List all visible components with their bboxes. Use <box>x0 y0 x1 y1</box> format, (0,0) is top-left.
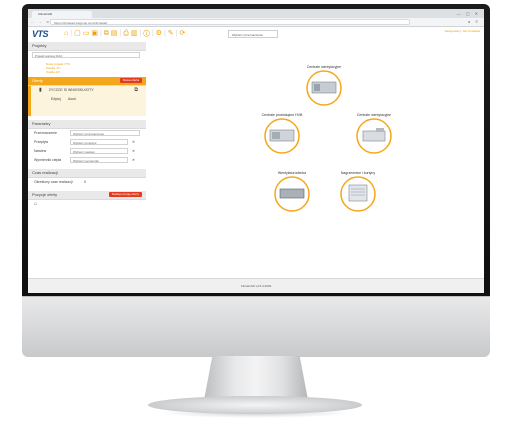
node-label-5: Nagrzewnice i kurtyny <box>340 171 376 175</box>
offer-actions: Edytuj Usuń <box>31 95 146 104</box>
offer-edit-link[interactable]: Edytuj <box>51 97 61 101</box>
node-3[interactable] <box>356 118 392 154</box>
param-label-1: Przeznaczenie <box>34 131 57 135</box>
vts-logo: VTS <box>32 29 49 39</box>
lead-time-header: Czas realizacji <box>28 169 146 178</box>
browser-address-bar: ← → C https://climacad.vtsgroup.com/clim… <box>28 18 484 27</box>
sidebar: Projekty Projekt testowy DAC Nowy projek… <box>28 42 147 278</box>
browser-tab-bar: ClimaCAD — ▢ ✕ <box>28 9 484 18</box>
main-canvas: Centrale wentylacyjne Centrale prostokąt… <box>146 42 484 278</box>
lead-time-value[interactable]: 0 <box>84 178 86 187</box>
project-select[interactable]: Projekt testowy DAC <box>32 52 140 58</box>
offer-items-header: Pozycje oferty Dodaj pozycję oferty <box>28 191 146 200</box>
app-toolbar: VTS ⌂|▢▭▣|⧉▤|⎙▥|ⓘ|⚙|✎|⟳ Wybierz przeznac… <box>28 27 484 43</box>
offer-delete-link[interactable]: Usuń <box>68 97 76 101</box>
new-offer-button[interactable]: Nowa oferta <box>119 78 142 83</box>
heater-icon <box>348 184 368 202</box>
monitor-stand-base <box>148 396 362 414</box>
diagram-canvas <box>264 70 392 212</box>
add-offer-item-button[interactable]: Dodaj pozycję oferty <box>108 192 142 197</box>
document-icon: ▮ <box>39 87 42 93</box>
offers-header: Oferty Nowa oferta <box>28 77 146 86</box>
version-label: ClimaCAD v4.5.4.0203 <box>240 284 272 288</box>
param-label-4: Wymiennik ciepła <box>34 158 62 162</box>
unit-top-icon <box>376 128 384 132</box>
param-label-3: Nawiew <box>34 149 47 153</box>
offer-name[interactable]: ZYCZCE SI WNIOSKUJOTY <box>49 88 94 92</box>
home-icon[interactable]: ⌂ <box>34 201 37 207</box>
node-5[interactable] <box>340 176 376 212</box>
offer-row: ▮ ZYCZCE SI WNIOSKUJOTY ⧉ <box>31 86 146 95</box>
save-icon[interactable]: ▣ <box>91 30 100 37</box>
offer-items-row: ⌂ <box>28 200 146 209</box>
node-label-3: Centrale wentylacyjne <box>356 113 392 117</box>
node-2[interactable] <box>264 118 300 154</box>
param-select-2[interactable]: Wybierz przepływ <box>70 139 128 145</box>
lead-time-label: Określony czas realizacji <box>34 180 73 184</box>
settings-icon[interactable]: ⚙ <box>156 30 164 37</box>
offer-items-header-label: Pozycje oferty <box>32 192 58 197</box>
tools-icon[interactable]: ✎ <box>168 30 176 37</box>
offers-header-label: Oferty <box>32 78 43 83</box>
project-row: Projekt testowy DAC <box>28 51 146 61</box>
node-4[interactable] <box>274 176 310 212</box>
new-document-icon[interactable]: ▢ <box>74 30 83 37</box>
parameters-header: Parametry <box>28 120 146 129</box>
print-icon[interactable]: ⎙ <box>123 30 131 37</box>
copy-offer-icon[interactable]: ⧉ <box>134 86 138 95</box>
monitor-stand-neck <box>204 356 308 400</box>
copy-icon[interactable]: ⧉ <box>104 30 111 37</box>
node-label-4: Wentylatorodenka <box>277 171 307 175</box>
browser-tab[interactable]: ClimaCAD <box>32 11 92 18</box>
param-label-2: Przepływ <box>34 140 49 144</box>
param-select-4[interactable]: Wybierz wymiennik <box>70 157 128 163</box>
air-handling-unit-icon <box>362 130 386 142</box>
param-select-3[interactable]: Wybierz nawiew <box>70 148 128 154</box>
project-type-select[interactable]: Wybierz przeznaczenie <box>228 30 278 38</box>
close-icon[interactable]: ✕ <box>132 138 135 147</box>
project-details: Nowy projekt VTS Polska, PL Osoba 1/3 <box>28 61 146 77</box>
browser-nav-icons[interactable]: ← → C <box>31 18 51 26</box>
info-icon[interactable]: ⓘ <box>143 30 152 37</box>
node-label-1: Centrale wentylacyjne <box>306 65 342 69</box>
monitor-chin <box>22 296 490 357</box>
toolbar-icons: ⌂|▢▭▣|⧉▤|⎙▥|ⓘ|⚙|✎|⟳ <box>64 30 188 37</box>
user-info[interactable]: Zalogowany: Jan Kowalski <box>445 29 480 33</box>
param-row-3: Nawiew Wybierz nawiew ✕ <box>28 147 146 156</box>
node-label-2: Centrale prostokątne HVB <box>261 113 303 117</box>
close-icon[interactable]: ✕ <box>132 147 135 156</box>
offer-item[interactable]: ▮ ZYCZCE SI WNIOSKUJOTY ⧉ Edytuj Usuń <box>28 86 146 116</box>
browser-extension-icons[interactable]: ★ ☰ <box>468 18 480 26</box>
browser-tab-title: ClimaCAD <box>38 12 53 16</box>
unit-section-icon <box>272 132 280 139</box>
close-icon[interactable]: ✕ <box>132 156 135 165</box>
param-row-2: Przepływ Wybierz przepływ ✕ <box>28 138 146 147</box>
fan-coil-icon <box>279 188 305 199</box>
param-row-1: Przeznaczenie Wybierz przeznaczenie <box>28 129 146 138</box>
unit-section-icon <box>314 84 320 91</box>
lead-time-row: Określony czas realizacji 0 <box>28 178 146 187</box>
param-select-1[interactable]: Wybierz przeznaczenie <box>70 130 140 136</box>
node-1[interactable] <box>306 70 342 106</box>
param-row-4: Wymiennik ciepła Wybierz wymiennik ✕ <box>28 156 146 165</box>
screen: ClimaCAD — ▢ ✕ ← → C https://climacad.vt… <box>28 9 484 293</box>
url-field[interactable]: https://climacad.vtsgroup.com/climacad/ <box>50 19 410 25</box>
status-bar: ClimaCAD v4.5.4.0203 <box>28 278 484 293</box>
refresh-icon[interactable]: ⟳ <box>179 30 187 37</box>
projects-header: Projekty <box>28 42 146 51</box>
project-detail-3[interactable]: Osoba 1/3 <box>46 70 146 74</box>
window-controls[interactable]: — ▢ ✕ <box>457 11 480 16</box>
